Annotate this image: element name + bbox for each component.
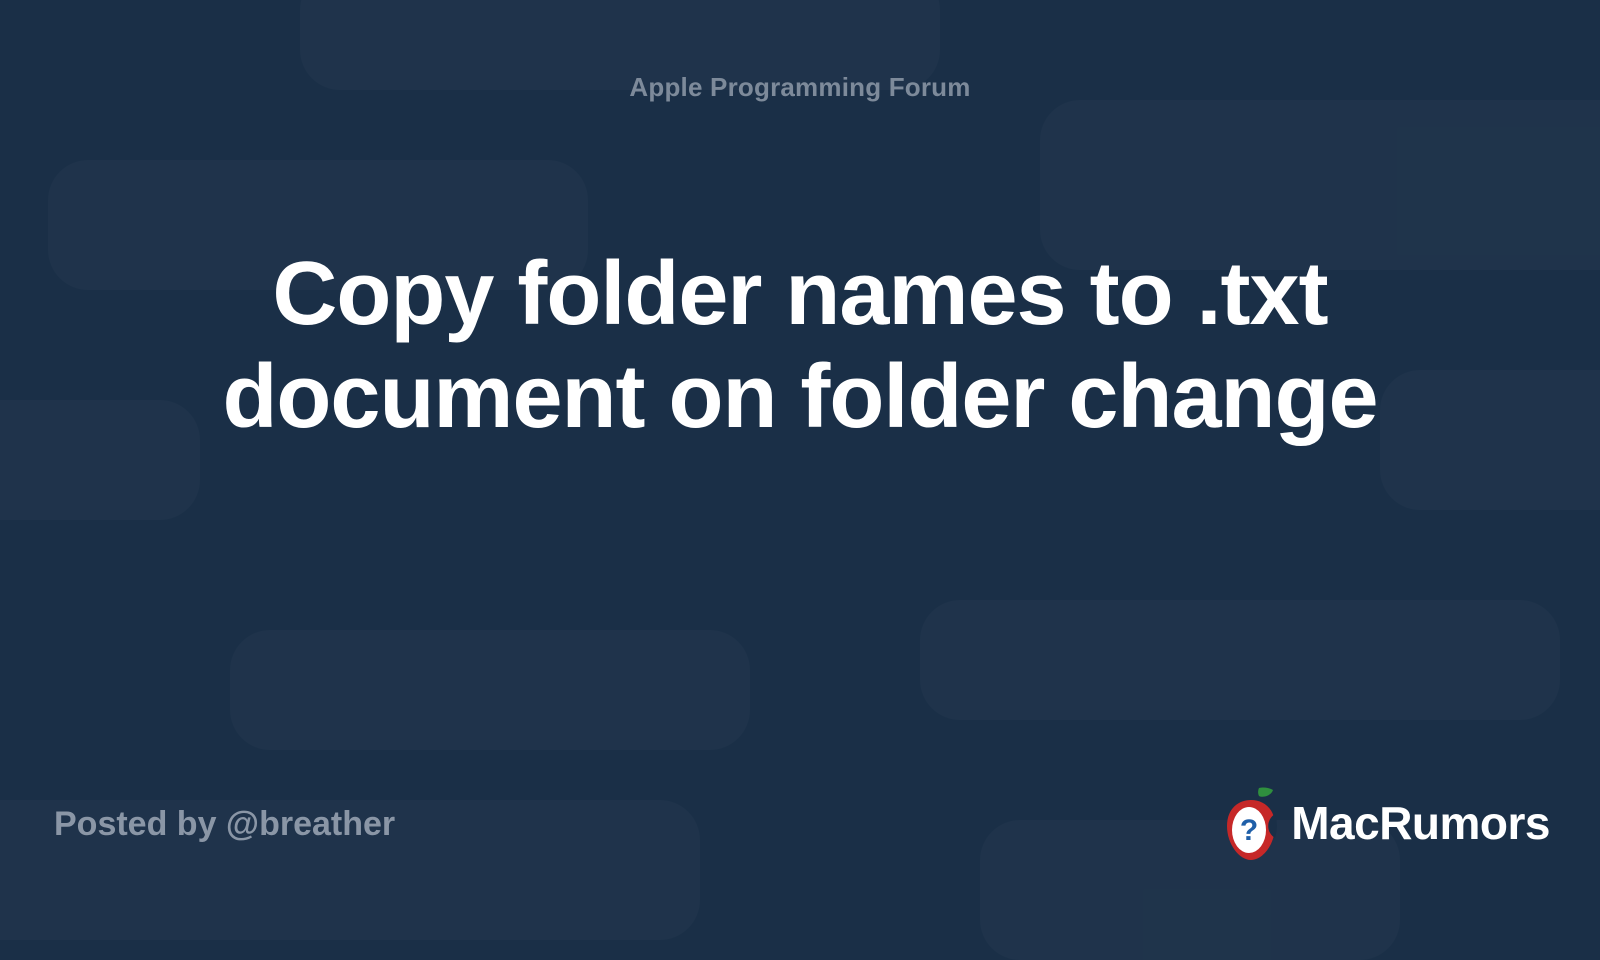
macrumors-apple-icon: ? bbox=[1217, 784, 1285, 862]
share-card: Apple Programming Forum Copy folder name… bbox=[0, 0, 1600, 900]
svg-text:?: ? bbox=[1240, 814, 1258, 847]
post-title: Copy folder names to .txt document on fo… bbox=[150, 243, 1450, 448]
posted-by-label: Posted by @breather bbox=[54, 805, 395, 844]
brand-name: MacRumors bbox=[1291, 796, 1550, 850]
site-logo: ? MacRumors bbox=[1217, 784, 1550, 862]
forum-category-label: Apple Programming Forum bbox=[629, 72, 970, 103]
